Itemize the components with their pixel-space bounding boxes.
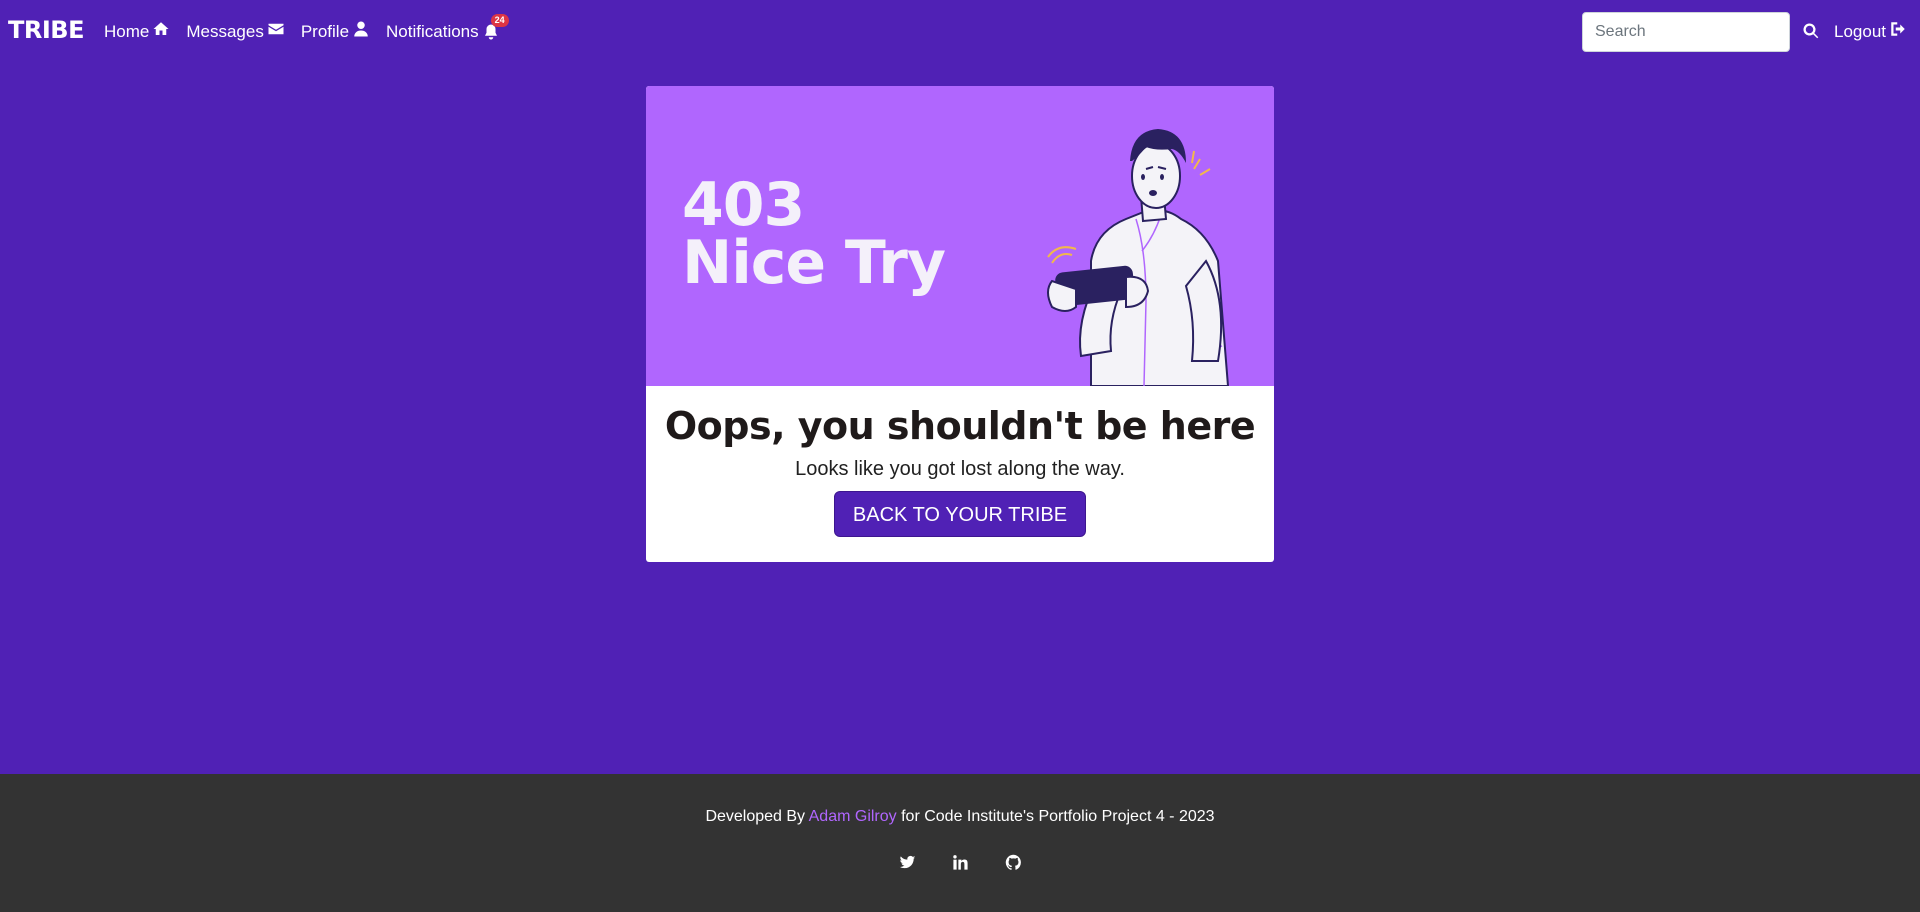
nav-messages-label: Messages xyxy=(186,21,264,41)
envelope-icon xyxy=(267,20,285,43)
notification-badge: 24 xyxy=(490,13,509,27)
error-code: 403 xyxy=(682,170,805,240)
logout-icon xyxy=(1889,20,1907,43)
brand-logo[interactable]: TRIBE xyxy=(8,16,84,44)
hero-heading: 403 Nice Try xyxy=(682,170,946,298)
bell-icon: 24 xyxy=(482,13,509,41)
github-icon[interactable] xyxy=(1005,854,1022,871)
error-card-body: Oops, you shouldn't be here Looks like y… xyxy=(646,386,1274,562)
footer-prefix: Developed By xyxy=(705,808,806,825)
footer-credit: Developed By Adam Gilroy for Code Instit… xyxy=(0,808,1920,826)
nav-profile-label: Profile xyxy=(300,21,350,41)
footer-suffix: for Code Institute's Portfolio Project 4… xyxy=(901,808,1215,825)
error-hero: 403 Nice Try xyxy=(646,86,1274,386)
logout-link[interactable]: Logout xyxy=(1834,20,1907,43)
error-headline: Nice Try xyxy=(682,228,946,298)
search-input[interactable] xyxy=(1582,12,1790,52)
error-card: 403 Nice Try Oops, you shouldn't be here… xyxy=(646,86,1274,562)
nav-profile-link[interactable]: Profile xyxy=(301,20,370,43)
author-link[interactable]: Adam Gilroy xyxy=(809,808,897,825)
logout-label: Logout xyxy=(1834,21,1886,41)
linkedin-icon[interactable] xyxy=(952,854,969,871)
error-subtitle: Looks like you got lost along the way. xyxy=(795,458,1125,480)
twitter-icon[interactable] xyxy=(899,854,916,871)
error-title: Oops, you shouldn't be here xyxy=(664,404,1256,448)
nav-links: Home Messages Profile Notifications 24 xyxy=(104,13,509,43)
footer: Developed By Adam Gilroy for Code Instit… xyxy=(0,774,1920,912)
nav-notifications-link[interactable]: Notifications 24 xyxy=(386,13,509,43)
back-to-tribe-button[interactable]: BACK TO YOUR TRIBE xyxy=(833,491,1087,537)
nav-home-link[interactable]: Home xyxy=(104,20,170,43)
confused-gamer-illustration xyxy=(1047,129,1230,386)
nav-home-label: Home xyxy=(104,21,150,41)
navbar: TRIBE Home Messages Profile Notification… xyxy=(0,0,1920,62)
search-icon[interactable] xyxy=(1802,22,1820,40)
nav-messages-link[interactable]: Messages xyxy=(186,20,284,43)
user-icon xyxy=(352,20,370,43)
social-links xyxy=(0,854,1920,871)
home-icon xyxy=(152,20,170,43)
nav-notifications-label: Notifications xyxy=(386,21,479,41)
